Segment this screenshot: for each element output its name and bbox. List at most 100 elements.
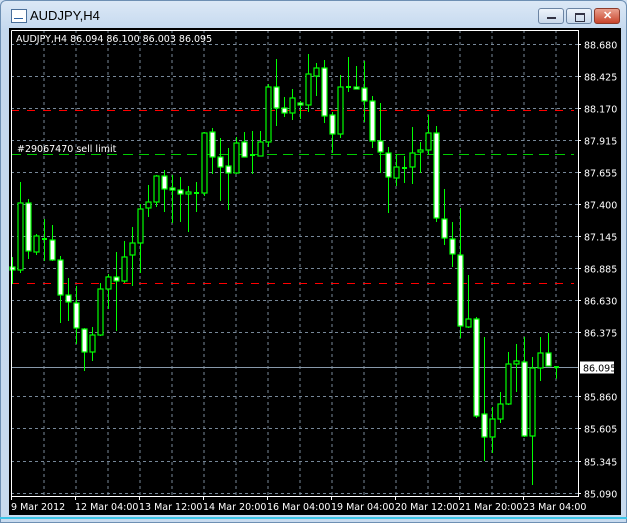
candle [449,222,456,267]
candle [554,366,559,379]
candle [529,357,536,485]
candle-body [265,86,272,143]
candle [346,57,351,92]
candle-body [369,100,376,142]
date-label: 14 Mar 20:00 [203,502,266,513]
date-label: 12 Mar 04:00 [75,502,138,513]
price-label: 88.680 [584,41,617,52]
candle-body [225,165,232,174]
candle-body [33,235,40,253]
candle-body [425,132,432,151]
candle [153,175,160,207]
candle [521,337,528,437]
candle [185,186,192,232]
candle-body [529,367,536,437]
price-label: 86.885 [584,265,617,276]
candle [481,337,488,461]
candle [417,142,424,173]
price-label: 85.345 [584,458,617,469]
candle-body [25,202,32,252]
date-label: 19 Mar 04:00 [331,502,394,513]
candle-body [545,352,552,367]
candle-body [329,114,336,135]
candle-body [385,152,392,178]
candle-body [73,302,80,329]
candle-body [521,361,528,437]
candle [113,252,120,331]
candle-body [177,189,184,195]
candle-body [49,239,56,261]
candle-body [121,256,128,282]
candle-body [457,254,464,327]
price-label: 85.860 [584,393,617,404]
date-label: 13 Mar 12:00 [139,502,202,513]
price-label: 87.655 [584,169,617,180]
candle [201,132,208,196]
date-label: 21 Mar 20:00 [459,502,522,513]
candle [337,75,344,138]
candle [441,189,448,245]
chart-header: AUDJPY,H4 86.094 86.100 86.003 86.095 [16,34,212,45]
candle-body [481,413,488,438]
candle [17,182,24,273]
candle-body [433,132,440,219]
candle [177,177,184,222]
candle-body [273,86,280,109]
candle-body [57,259,64,296]
candle [73,286,80,344]
candle-body [321,67,328,117]
candle [377,103,384,173]
order-label: #29067470 sell limit [17,144,117,155]
candle [169,175,176,223]
candle [321,60,328,123]
candle-body [441,218,448,239]
candle [105,274,112,309]
candle [425,115,432,154]
candle [457,208,464,338]
price-label: 87.915 [584,137,617,148]
candle-body [505,363,512,405]
candle [49,225,56,261]
candle [265,84,272,147]
candle-body [497,403,504,420]
candle-body [449,238,456,255]
candle-body [89,334,96,353]
candle-body [393,166,400,179]
candle-body [233,142,240,174]
candle-body [137,208,144,244]
candle-body [465,318,472,328]
candle [473,317,480,418]
candle [393,155,400,186]
candle-body [473,318,480,417]
candle [65,278,72,321]
candle-body [489,418,496,438]
candle-body [105,276,112,290]
candle [225,148,232,210]
candle [433,126,440,222]
candle [161,170,168,212]
candle [9,257,16,284]
candle [505,352,512,405]
date-label: 9 Mar 2012 [11,502,65,513]
candle [489,407,496,453]
candle [233,137,240,174]
candle [257,131,264,157]
candle [25,199,32,259]
candle [402,156,407,183]
candle [137,204,144,273]
candle-body [297,102,304,106]
candle [273,59,280,126]
candle [465,275,472,328]
candle [281,97,288,117]
candle-body [161,175,168,190]
candle-body [361,87,368,102]
candle-body [409,152,416,168]
price-label: 88.170 [584,105,617,116]
candlestick-chart[interactable]: 88.680 88.425 88.170 87.915 87.655 87.400 87.1… [0,0,627,523]
candle [97,283,104,336]
candle [194,182,199,212]
candle-body [337,86,344,135]
candle-body [377,140,384,153]
price-label: 87.145 [584,233,617,244]
candle-body [97,288,104,336]
